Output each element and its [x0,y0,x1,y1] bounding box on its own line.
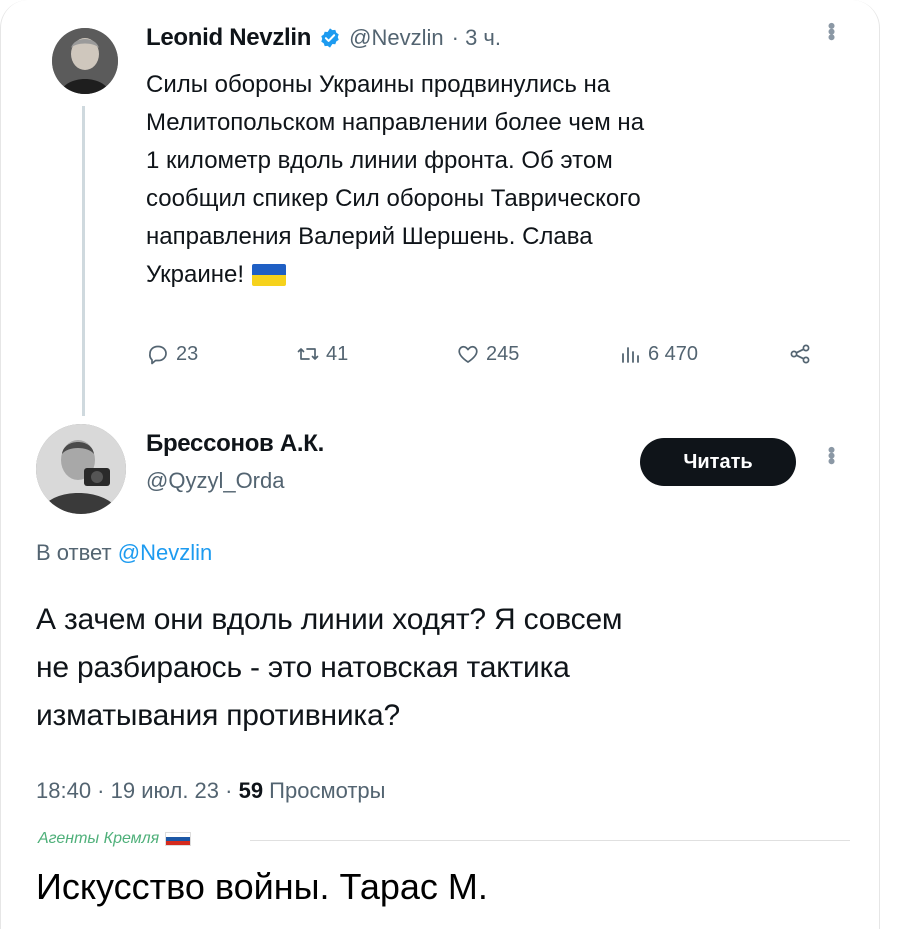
tweet-header: Leonid Nevzlin @Nevzlin · 3 ч. [146,24,501,52]
ukraine-flag-icon [252,264,287,286]
tweet-line: Мелитопольском направлении более чем на [146,109,645,136]
reply-line: не разбираюсь - это натовская тактика [36,651,570,684]
views-count: 6 470 [648,342,699,365]
reply-author: Брессонов А.К. @Qyzyl_Orda [146,430,324,494]
russia-flag-icon [165,832,192,846]
share-button[interactable] [788,342,812,366]
reply-to-handle-link[interactable]: @Nevzlin [118,540,212,565]
retweet-count: 41 [326,342,349,365]
tweet-line-last: Украине! [146,256,846,294]
views-button[interactable]: 6 470 [618,342,698,366]
tweet-time[interactable]: · 3 ч. [452,25,501,51]
reply-to-prefix: В ответ [36,540,112,565]
watermark-text: Агенты Кремля [38,830,160,847]
like-icon [458,345,478,363]
like-button[interactable]: 245 [456,342,519,366]
reply-icon [149,345,167,365]
more-icon[interactable]: ••• [818,446,844,463]
tweet-line: Силы обороны Украины продвинулись на [146,71,611,98]
verified-badge-icon [321,28,339,48]
tweet-line: направления Валерий Шершень. Слава [146,223,593,250]
reply-button[interactable]: 23 [146,342,198,366]
reply-views-label: Просмотры [263,778,386,803]
tweet-line: Украине! [146,261,245,288]
tweet-actions: 23 41 245 6 470 [146,342,826,372]
avatar-nevzlin[interactable] [52,28,118,94]
post-caption: Искусство войны. Тарас М. [36,866,488,907]
watermark: Агенты Кремля [38,830,192,848]
tweet-body: Силы обороны Украины продвинулись на Мел… [146,66,846,294]
reply-author-handle[interactable]: @Qyzyl_Orda [146,468,324,494]
thread-connector-line [82,106,85,416]
views-icon [622,347,639,363]
reply-count: 23 [176,342,199,365]
reply-timestamp[interactable]: 18:40 · 19 июл. 23 · [36,778,239,803]
reply-body: А зачем они вдоль линии ходят? Я совсем … [36,596,856,740]
retweet-icon [297,348,319,360]
share-icon [790,344,810,364]
author-handle[interactable]: @Nevzlin [349,25,443,51]
like-count: 245 [486,342,520,365]
screenshot-bottom-border [250,840,850,841]
follow-button[interactable]: Читать [640,438,796,486]
reply-to-line: В ответ @Nevzlin [36,540,212,566]
avatar-bressonov[interactable] [36,424,126,514]
tweet-line: 1 километр вдоль линии фронта. Об этом [146,147,613,174]
retweet-button[interactable]: 41 [296,342,348,366]
tweet-line: сообщил спикер Сил обороны Таврического [146,185,641,212]
reply-author-name[interactable]: Брессонов А.К. [146,430,324,458]
reply-line: А зачем они вдоль линии ходят? Я совсем [36,603,623,636]
reply-line: изматывания противника? [36,699,400,732]
reply-meta: 18:40 · 19 июл. 23 · 59 Просмотры [36,778,385,804]
author-name[interactable]: Leonid Nevzlin [146,24,311,52]
reply-views-count: 59 [238,778,264,803]
more-icon[interactable]: ••• [818,22,844,39]
